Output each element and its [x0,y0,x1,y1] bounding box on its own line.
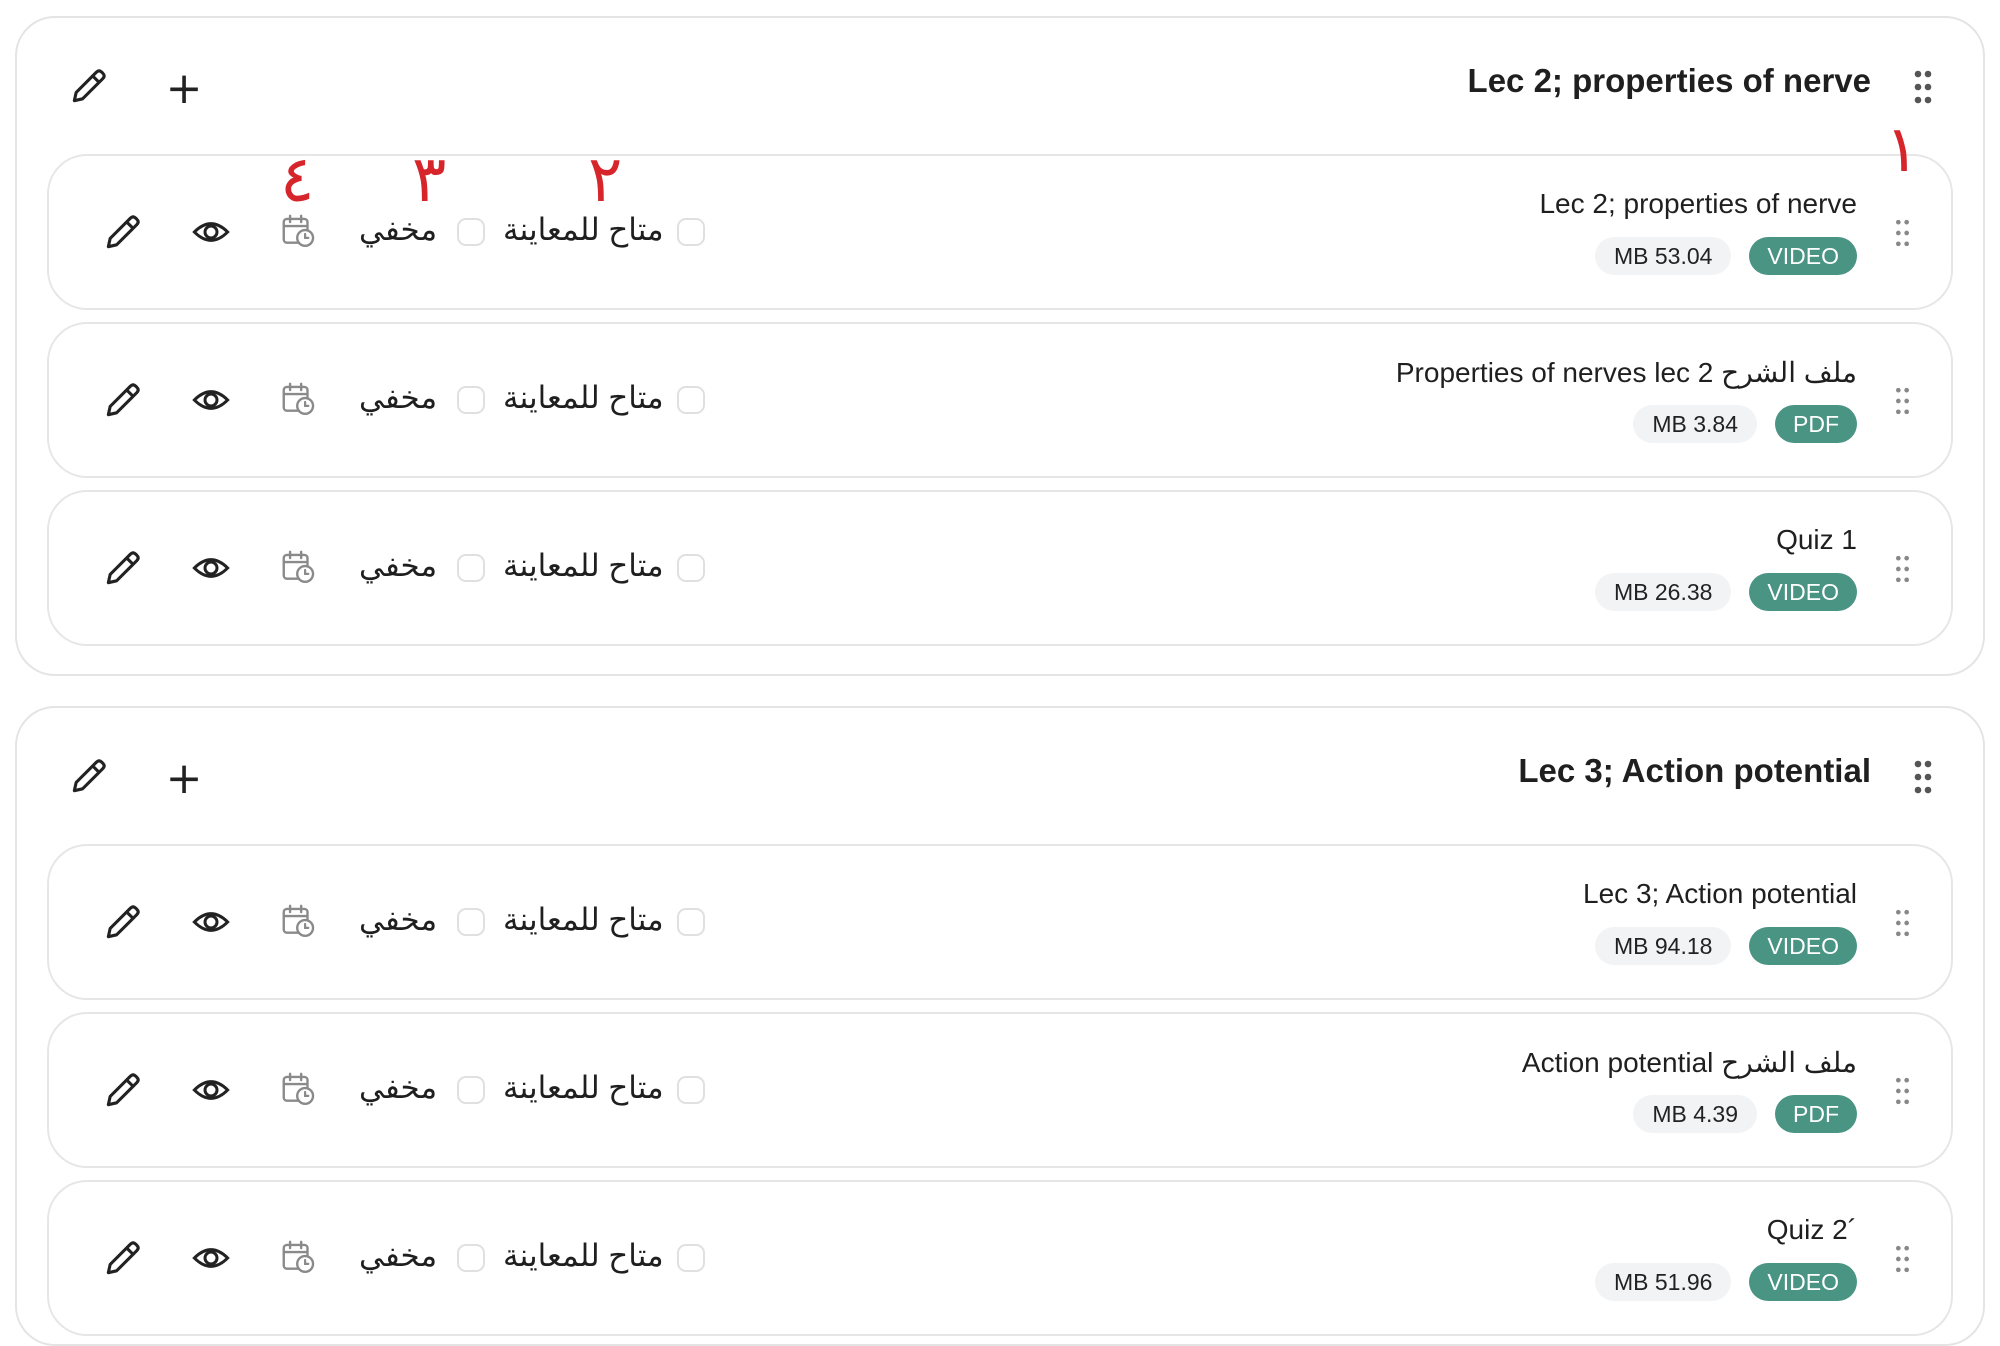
drag-handle-icon[interactable] [1894,1076,1911,1106]
calendar-clock-icon[interactable] [279,1236,317,1276]
add-item-button[interactable]: + [159,64,209,114]
hidden-checkbox[interactable] [457,554,485,582]
preview-label: متاح للمعاينة [503,902,664,937]
eye-icon[interactable] [189,902,233,942]
size-badge: MB 3.84 [1633,405,1757,443]
eye-icon[interactable] [189,1070,233,1110]
size-badge: MB 4.39 [1633,1095,1757,1133]
edit-section-button[interactable] [67,64,117,114]
size-badge: MB 53.04 [1594,237,1732,275]
pencil-icon[interactable] [101,210,145,254]
type-badge: VIDEO [1749,237,1857,275]
pencil-icon[interactable] [101,1068,145,1112]
hidden-label: مخفي [359,1070,438,1105]
annotation-numeral: ٣ [412,143,447,217]
item-badges: PDF MB 3.84 [1633,405,1857,443]
add-item-button[interactable]: + [159,754,209,804]
hidden-checkbox[interactable] [457,908,485,936]
hidden-label: مخفي [359,380,438,415]
type-badge: VIDEO [1749,927,1857,965]
drag-handle-icon[interactable] [1894,218,1911,248]
type-badge: PDF [1775,405,1857,443]
content-item: Lec 2; properties of nerve VIDEO MB 53.0… [47,154,1953,310]
eye-icon[interactable] [189,212,233,252]
drag-handle-icon[interactable] [1894,386,1911,416]
preview-label: متاح للمعاينة [503,1238,664,1273]
item-badges: PDF MB 4.39 [1633,1095,1857,1133]
item-badges: VIDEO MB 26.38 [1594,573,1857,611]
annotation-numeral: ٤ [280,143,315,217]
content-item: Properties of nerves lec 2 ملف الشرح PDF… [47,322,1953,478]
content-item: Quiz 2´ VIDEO MB 51.96 متاح للمعاينة مخف… [47,1180,1953,1336]
hidden-label: مخفي [359,212,438,247]
calendar-clock-icon[interactable] [279,378,317,418]
preview-checkbox[interactable] [677,1076,705,1104]
content-item: Quiz 1 VIDEO MB 26.38 متاح للمعاينة مخفي [47,490,1953,646]
size-badge: MB 26.38 [1594,573,1732,611]
item-badges: VIDEO MB 53.04 [1594,237,1857,275]
item-title: Lec 2; properties of nerve [1539,188,1857,219]
preview-label: متاح للمعاينة [503,380,664,415]
preview-label: متاح للمعاينة [503,548,664,583]
section-card: Lec 3; Action potential + Lec 3; Action … [15,706,1985,1346]
drag-handle-icon[interactable] [1913,69,1933,105]
annotation-numeral: ٢ [588,143,623,217]
hidden-checkbox[interactable] [457,1244,485,1272]
content-item: Action potential ملف الشرح PDF MB 4.39 م… [47,1012,1953,1168]
type-badge: PDF [1775,1095,1857,1133]
preview-checkbox[interactable] [677,218,705,246]
section-header: Lec 2; properties of nerve + [17,18,1983,158]
calendar-clock-icon[interactable] [279,900,317,940]
type-badge: VIDEO [1749,573,1857,611]
annotation-numeral: ١ [1885,113,1920,187]
calendar-clock-icon[interactable] [279,1068,317,1108]
item-badges: VIDEO MB 94.18 [1594,927,1857,965]
section-title: Lec 2; properties of nerve [1467,62,1871,99]
type-badge: VIDEO [1749,1263,1857,1301]
hidden-label: مخفي [359,902,438,937]
preview-checkbox[interactable] [677,1244,705,1272]
eye-icon[interactable] [189,1238,233,1278]
preview-checkbox[interactable] [677,908,705,936]
pencil-icon[interactable] [101,546,145,590]
section-header: Lec 3; Action potential + [17,708,1983,848]
drag-handle-icon[interactable] [1894,1244,1911,1274]
drag-handle-icon[interactable] [1894,908,1911,938]
item-title: Action potential ملف الشرح [1521,1047,1857,1078]
preview-checkbox[interactable] [677,554,705,582]
preview-label: متاح للمعاينة [503,1070,664,1105]
edit-section-button[interactable] [67,754,117,804]
hidden-checkbox[interactable] [457,386,485,414]
section-title: Lec 3; Action potential [1518,752,1871,789]
item-title: Lec 3; Action potential [1583,878,1857,909]
size-badge: MB 94.18 [1594,927,1732,965]
hidden-checkbox[interactable] [457,1076,485,1104]
eye-icon[interactable] [189,380,233,420]
item-title: Quiz 1 [1776,524,1857,555]
calendar-clock-icon[interactable] [279,546,317,586]
item-badges: VIDEO MB 51.96 [1594,1263,1857,1301]
section-card: Lec 2; properties of nerve + Lec 2; prop… [15,16,1985,676]
hidden-label: مخفي [359,1238,438,1273]
item-title: Quiz 2´ [1766,1214,1857,1245]
pencil-icon[interactable] [101,900,145,944]
drag-handle-icon[interactable] [1894,554,1911,584]
drag-handle-icon[interactable] [1913,759,1933,795]
size-badge: MB 51.96 [1594,1263,1732,1301]
item-title: Properties of nerves lec 2 ملف الشرح [1395,357,1857,388]
hidden-checkbox[interactable] [457,218,485,246]
pencil-icon[interactable] [101,378,145,422]
eye-icon[interactable] [189,548,233,588]
content-item: Lec 3; Action potential VIDEO MB 94.18 م… [47,844,1953,1000]
preview-checkbox[interactable] [677,386,705,414]
pencil-icon[interactable] [101,1236,145,1280]
hidden-label: مخفي [359,548,438,583]
preview-label: متاح للمعاينة [503,212,664,247]
